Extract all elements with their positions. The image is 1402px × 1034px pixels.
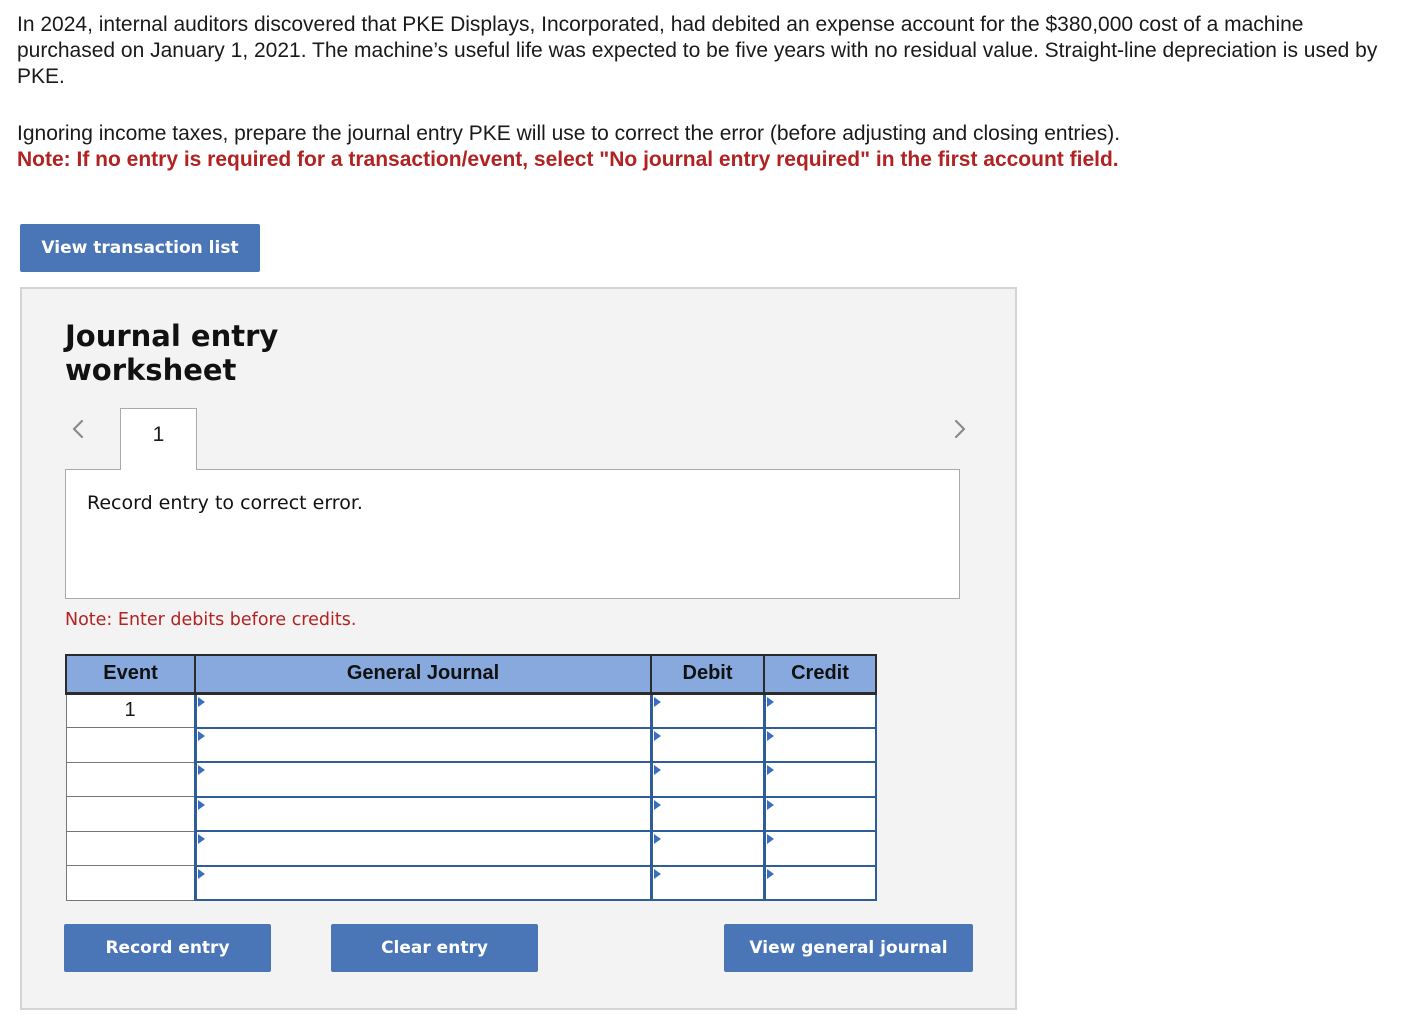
entry-description-box: Record entry to correct error. — [65, 469, 960, 599]
header-debit: Debit — [650, 654, 765, 695]
chevron-left-icon[interactable] — [64, 413, 94, 443]
entry-description: Record entry to correct error. — [87, 492, 363, 514]
instruction-block: Ignoring income taxes, prepare the journ… — [17, 121, 1392, 173]
record-entry-button[interactable]: Record entry — [64, 924, 271, 972]
header-general-journal: General Journal — [194, 654, 652, 695]
table-row — [65, 726, 877, 763]
event-cell — [65, 796, 196, 832]
debit-input[interactable] — [649, 864, 765, 901]
debit-input[interactable] — [649, 795, 765, 832]
credit-input[interactable] — [762, 830, 877, 867]
table-row: 1 — [65, 692, 877, 729]
account-select[interactable] — [193, 726, 652, 763]
credit-input[interactable] — [762, 795, 877, 832]
account-select[interactable] — [193, 795, 652, 832]
event-cell — [65, 727, 196, 763]
table-row — [65, 864, 877, 901]
table-row — [65, 795, 877, 832]
debit-input[interactable] — [649, 761, 765, 798]
table-row — [65, 761, 877, 798]
event-cell — [65, 761, 196, 797]
worksheet-title-line2: worksheet — [65, 353, 237, 387]
instruction-note: Note: If no entry is required for a tran… — [17, 148, 1119, 171]
debit-input[interactable] — [649, 726, 765, 763]
debit-input[interactable] — [649, 830, 765, 867]
instruction-text: Ignoring income taxes, prepare the journ… — [17, 122, 1121, 145]
enter-debits-note: Note: Enter debits before credits. — [65, 610, 357, 630]
worksheet-title-line1: Journal entry — [65, 319, 279, 353]
worksheet-title: Journal entry worksheet — [65, 319, 278, 387]
view-transaction-list-button[interactable]: View transaction list — [20, 224, 260, 272]
journal-table-header: Event General Journal Debit Credit — [65, 654, 877, 695]
tab-entry-1[interactable]: 1 — [120, 408, 197, 470]
credit-input[interactable] — [762, 726, 877, 763]
credit-input[interactable] — [762, 692, 877, 729]
account-select[interactable] — [193, 692, 652, 729]
event-cell: 1 — [65, 692, 196, 728]
header-event: Event — [65, 654, 196, 695]
credit-input[interactable] — [762, 864, 877, 901]
debit-input[interactable] — [649, 692, 765, 729]
account-select[interactable] — [193, 864, 652, 901]
view-general-journal-button[interactable]: View general journal — [724, 924, 973, 972]
account-select[interactable] — [193, 830, 652, 867]
header-credit: Credit — [763, 654, 877, 695]
event-cell — [65, 830, 196, 866]
question-text: In 2024, internal auditors discovered th… — [17, 13, 1378, 88]
clear-entry-button[interactable]: Clear entry — [331, 924, 538, 972]
event-cell — [65, 865, 196, 901]
credit-input[interactable] — [762, 761, 877, 798]
chevron-right-icon[interactable] — [944, 413, 974, 443]
table-row — [65, 830, 877, 867]
journal-table: Event General Journal Debit Credit 1 — [65, 654, 877, 901]
journal-entry-worksheet-panel: Journal entry worksheet 1 Record entry t… — [20, 287, 1017, 1010]
account-select[interactable] — [193, 761, 652, 798]
